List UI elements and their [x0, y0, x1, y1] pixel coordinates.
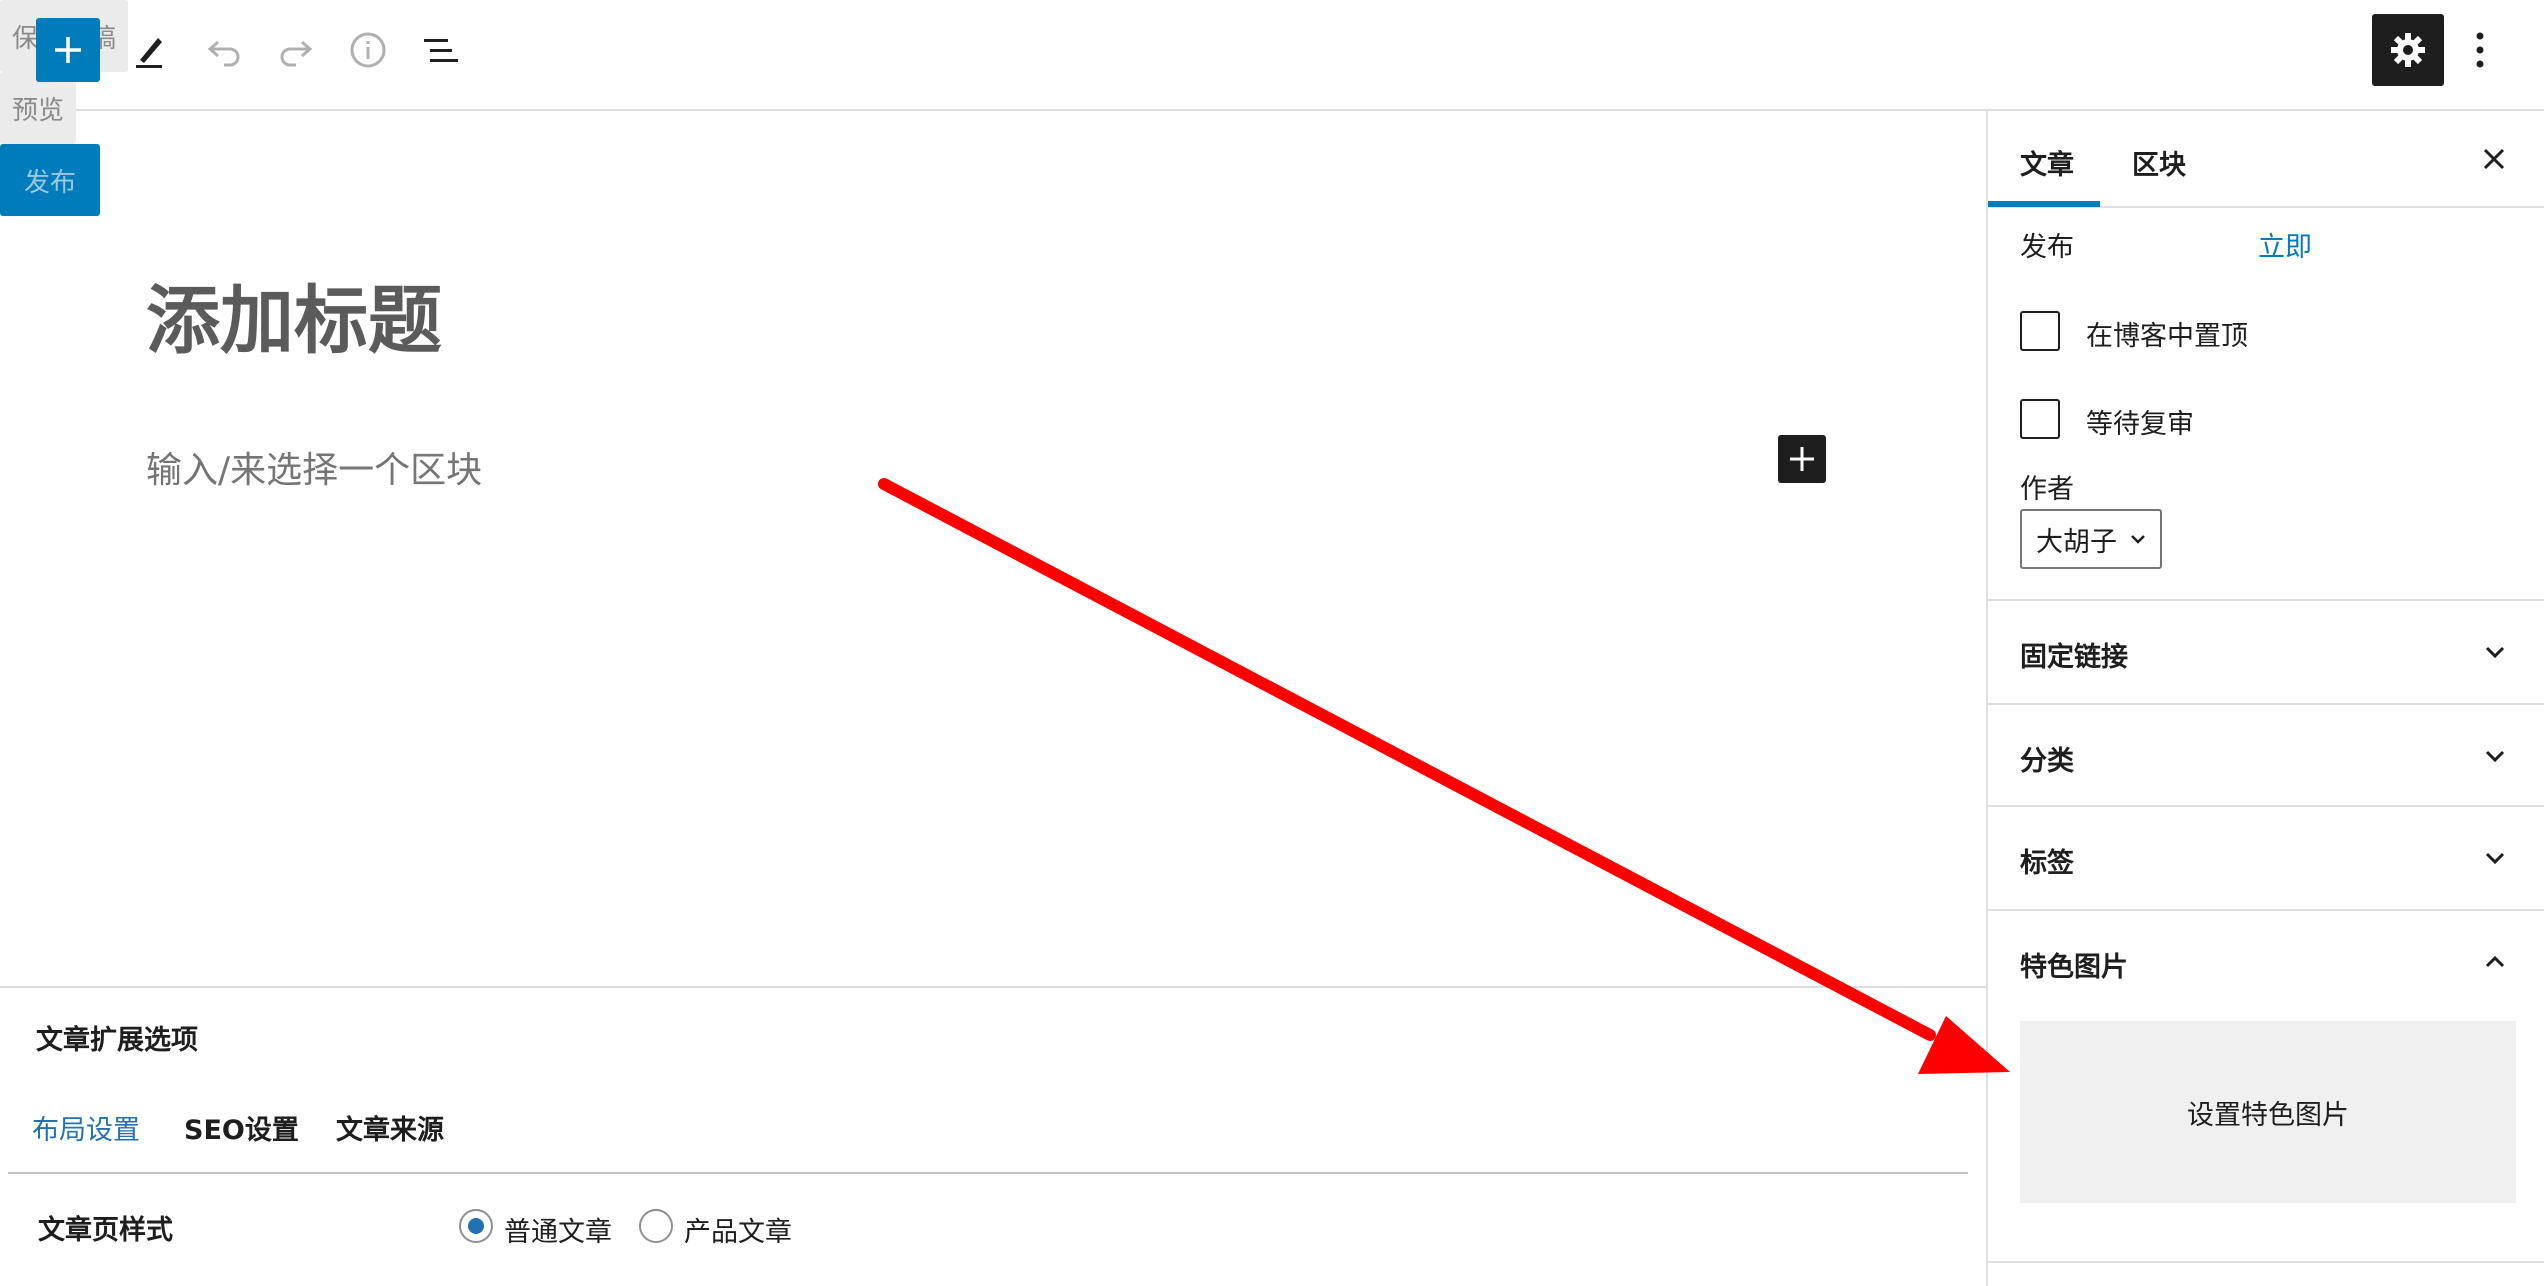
editor-canvas: 添加标题 输入/来选择一个区块 [0, 111, 1986, 986]
tab-layout-settings[interactable]: 布局设置 [32, 1108, 140, 1147]
settings-button[interactable] [2372, 14, 2444, 86]
sticky-label[interactable]: 在博客中置顶 [2086, 314, 2248, 353]
tab-block[interactable]: 区块 [2132, 143, 2186, 182]
more-vertical-icon [2476, 32, 2484, 68]
info-icon [350, 32, 386, 68]
gear-icon [2391, 33, 2425, 67]
panel-featured-image-title: 特色图片 [2020, 952, 2128, 983]
post-title-input[interactable]: 添加标题 [146, 261, 442, 368]
close-sidebar-button[interactable] [2474, 139, 2514, 179]
radio-normal-post-label[interactable]: 普通文章 [504, 1210, 612, 1249]
sticky-checkbox[interactable] [2020, 311, 2060, 351]
radio-product-post-label[interactable]: 产品文章 [684, 1210, 792, 1249]
redo-icon [280, 40, 313, 67]
tab-article-source[interactable]: 文章来源 [336, 1108, 444, 1147]
tab-seo-settings[interactable]: SEO设置 [184, 1108, 299, 1147]
list-view-icon [424, 39, 458, 62]
chevron-up-icon [2485, 955, 2505, 968]
plus-icon [1790, 447, 1814, 471]
author-label: 作者 [2020, 474, 2074, 505]
radio-normal-post[interactable] [459, 1209, 493, 1243]
panel-tags-title: 标签 [2020, 848, 2074, 879]
active-tab-indicator [1988, 201, 2100, 207]
sidebar-divider [1988, 1261, 2544, 1263]
publish-date-link[interactable]: 立即 [2258, 225, 2312, 264]
pen-icon [136, 38, 162, 68]
tab-post[interactable]: 文章 [2020, 143, 2074, 182]
chevron-down-icon [2485, 646, 2505, 659]
tools-button[interactable] [116, 16, 184, 84]
panel-featured-image[interactable]: 特色图片 [1988, 909, 2544, 1013]
panel-permalink[interactable]: 固定链接 [1988, 599, 2544, 703]
undo-button[interactable] [190, 16, 258, 84]
list-view-button[interactable] [406, 16, 474, 84]
chevron-down-icon [2131, 535, 2145, 544]
chevron-down-icon [2485, 852, 2505, 865]
undo-icon [207, 40, 240, 67]
editor-toolbar: 保存草稿 预览 发布 [0, 0, 2544, 216]
metabox-divider [8, 1172, 1968, 1174]
author-select-value: 大胡子 [2036, 526, 2117, 558]
settings-sidebar: 文章 区块 发布 立即 在博客中置顶 等待复审 作者 大胡子 固定链接 分类 标… [1986, 111, 2544, 1286]
panel-categories[interactable]: 分类 [1988, 703, 2544, 807]
panel-tags[interactable]: 标签 [1988, 805, 2544, 909]
options-button[interactable] [2452, 16, 2508, 84]
panel-categories-title: 分类 [2020, 746, 2074, 777]
block-inserter-toggle[interactable] [36, 18, 100, 82]
pending-review-label[interactable]: 等待复审 [2086, 402, 2194, 441]
sidebar-tabs: 文章 区块 [1988, 111, 2544, 208]
default-block-appender[interactable]: 输入/来选择一个区块 [146, 441, 482, 493]
panel-permalink-title: 固定链接 [2020, 642, 2128, 673]
plus-icon [55, 37, 81, 63]
block-inserter-button[interactable] [1778, 435, 1826, 483]
metabox-title: 文章扩展选项 [36, 1025, 198, 1056]
details-button[interactable] [334, 16, 402, 84]
chevron-down-icon [2485, 750, 2505, 763]
radio-product-post[interactable] [639, 1209, 673, 1243]
set-featured-image-button[interactable]: 设置特色图片 [2020, 1021, 2516, 1203]
publish-label: 发布 [2020, 232, 2074, 263]
pending-review-checkbox[interactable] [2020, 399, 2060, 439]
post-extension-metabox: 文章扩展选项 布局设置 SEO设置 文章来源 文章页样式 普通文章 产品文章 [0, 986, 1986, 1286]
close-icon [2483, 148, 2505, 170]
post-style-label: 文章页样式 [38, 1215, 173, 1246]
author-select[interactable]: 大胡子 [2020, 509, 2162, 569]
redo-button[interactable] [262, 16, 330, 84]
